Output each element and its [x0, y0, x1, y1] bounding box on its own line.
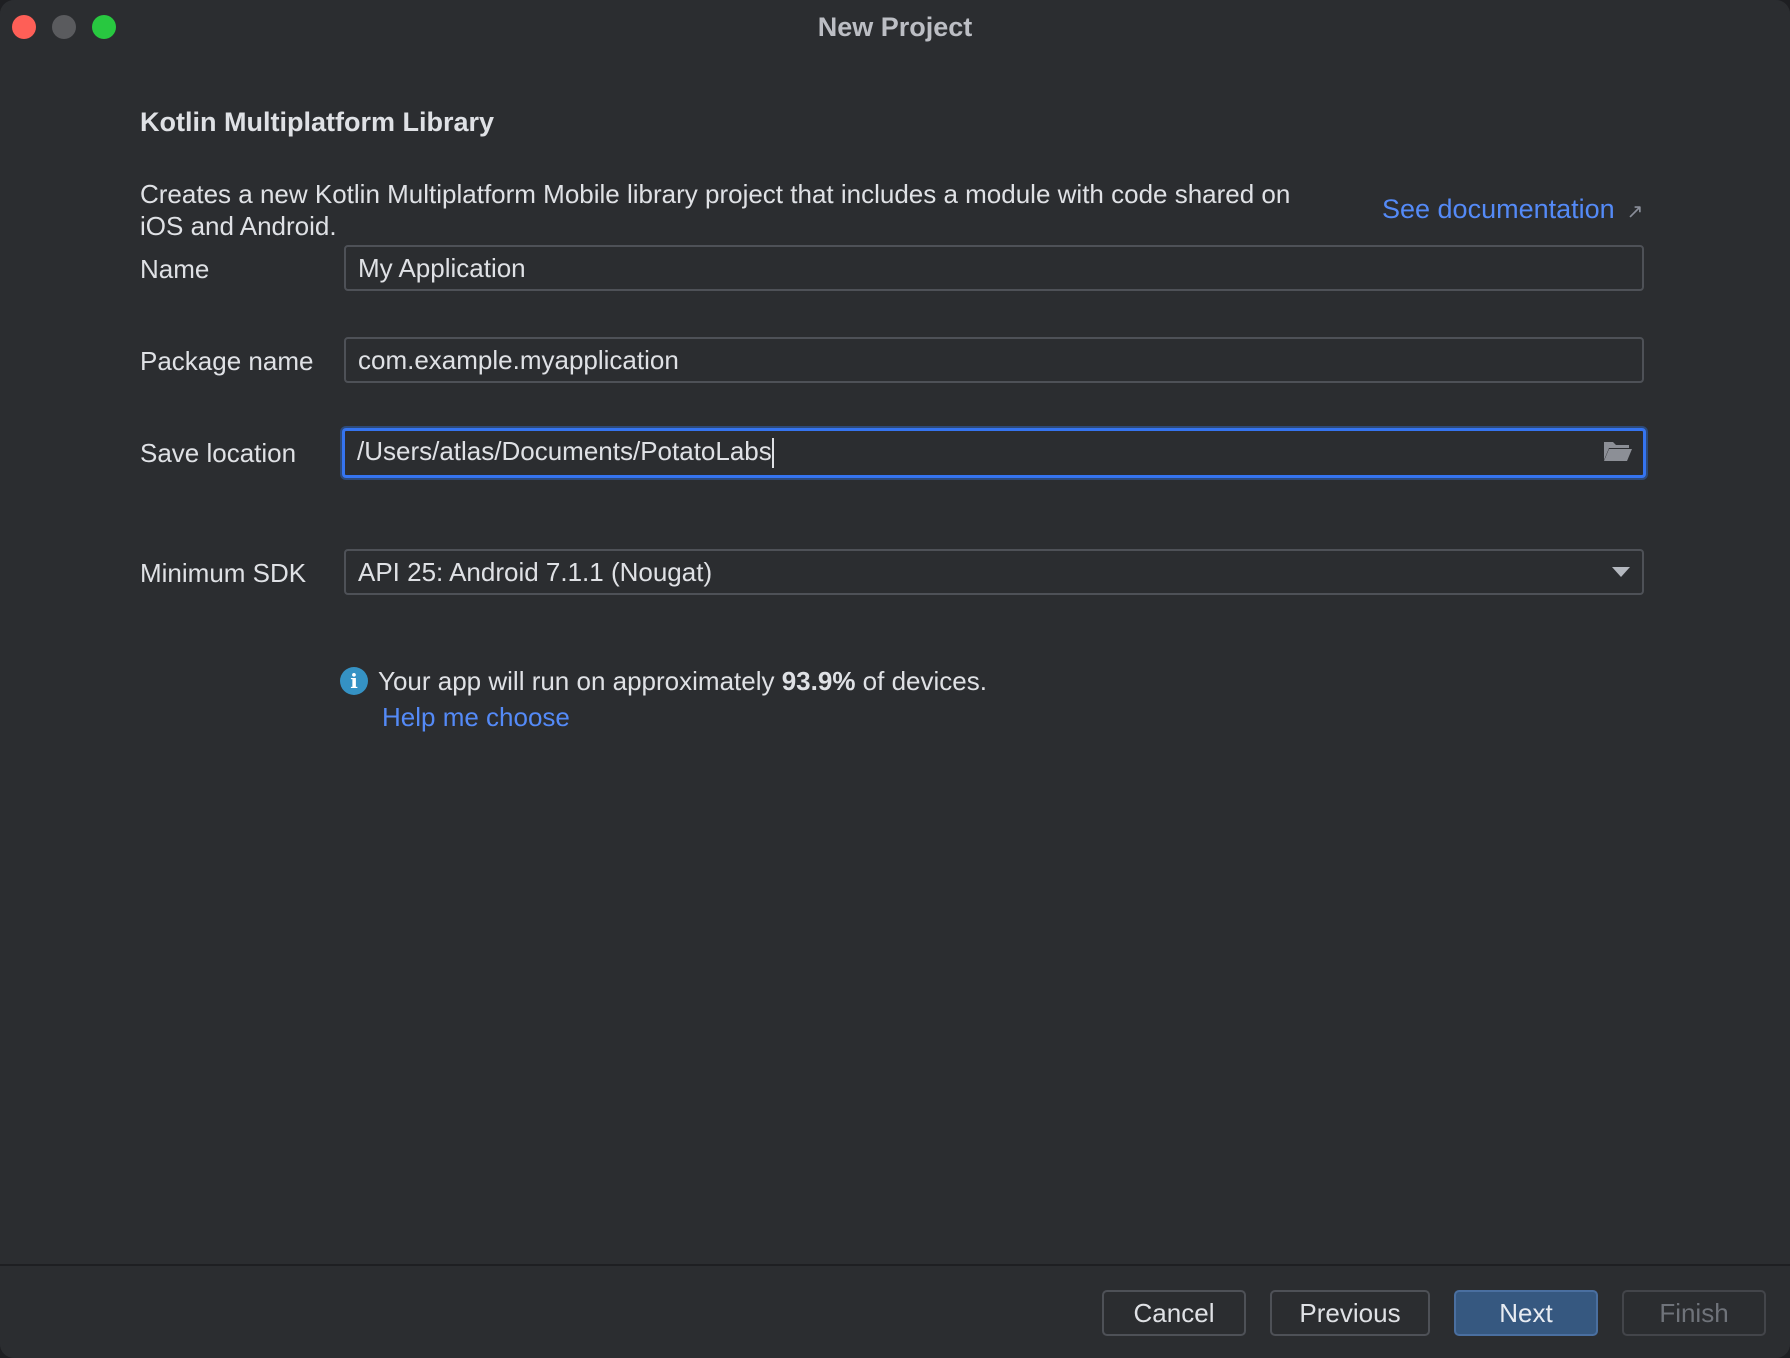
title-bar: New Project: [0, 0, 1790, 54]
folder-icon[interactable]: [1603, 439, 1633, 463]
previous-button[interactable]: Previous: [1270, 1290, 1430, 1336]
see-documentation-label: See documentation: [1382, 194, 1615, 224]
external-link-icon: ↗: [1626, 201, 1644, 223]
minimum-sdk-dropdown[interactable]: API 25: Android 7.1.1 (Nougat): [344, 549, 1644, 595]
info-icon: i: [340, 667, 368, 695]
finish-button[interactable]: Finish: [1622, 1290, 1766, 1336]
page-title: Kotlin Multiplatform Library: [140, 107, 494, 137]
package-name-label: Package name: [140, 346, 314, 376]
name-value: My Application: [358, 253, 526, 283]
template-description: Creates a new Kotlin Multiplatform Mobil…: [140, 179, 1291, 241]
cancel-button[interactable]: Cancel: [1102, 1290, 1246, 1336]
chevron-down-icon: [1612, 567, 1630, 577]
package-name-field[interactable]: com.example.myapplication: [344, 337, 1644, 383]
next-button[interactable]: Next: [1454, 1290, 1598, 1336]
wizard-content: Kotlin Multiplatform Library Creates a n…: [0, 54, 1790, 1264]
save-location-value: /Users/atlas/Documents/PotatoLabs: [357, 436, 772, 466]
help-me-choose-link[interactable]: Help me choose: [382, 702, 570, 733]
package-name-value: com.example.myapplication: [358, 345, 679, 375]
save-location-label: Save location: [140, 438, 297, 468]
coverage-text-before: Your app will run on approximately: [378, 666, 782, 696]
minimum-sdk-label: Minimum SDK: [140, 558, 307, 588]
coverage-percentage: 93.9%: [781, 666, 856, 696]
device-coverage-text: Your app will run on approximately 93.9%…: [378, 666, 987, 697]
window-title: New Project: [817, 12, 973, 42]
coverage-text-after: of devices.: [855, 666, 987, 696]
name-field[interactable]: My Application: [344, 245, 1644, 291]
text-caret: [771, 438, 774, 469]
wizard-footer: Cancel Previous Next Finish: [0, 1264, 1790, 1358]
save-location-field[interactable]: /Users/atlas/Documents/PotatoLabs: [342, 428, 1646, 478]
name-label: Name: [140, 254, 210, 284]
see-documentation-link[interactable]: See documentation ↗: [1382, 194, 1643, 225]
minimum-sdk-value: API 25: Android 7.1.1 (Nougat): [358, 557, 713, 587]
new-project-window: New Project Kotlin Multiplatform Library…: [0, 0, 1790, 1358]
